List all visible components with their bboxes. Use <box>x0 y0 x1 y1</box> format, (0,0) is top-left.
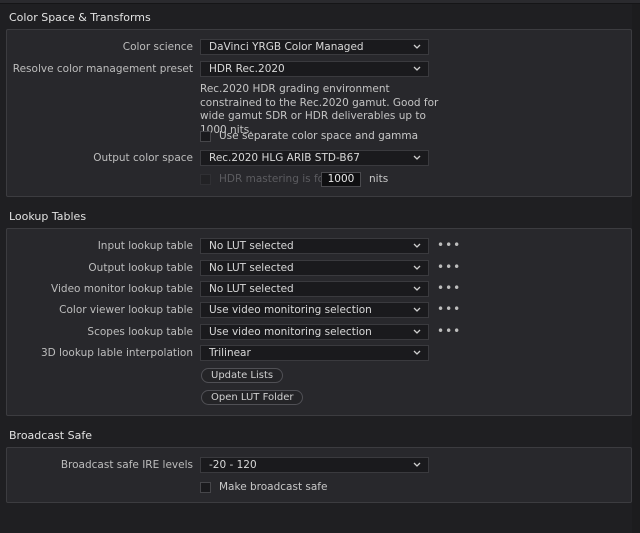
separate-gamma-checkbox[interactable] <box>200 131 211 142</box>
output-lut-value: No LUT selected <box>209 262 294 274</box>
section-title-broadcast-safe: Broadcast Safe <box>9 429 92 442</box>
more-dots-icon[interactable]: ••• <box>437 302 461 316</box>
output-lut-dropdown[interactable]: No LUT selected <box>200 260 429 276</box>
section-title-color-space: Color Space & Transforms <box>9 11 151 24</box>
chevron-down-icon <box>413 155 421 160</box>
scopes-lut-value: Use video monitoring selection <box>209 326 372 338</box>
hdr-mastering-label: HDR mastering is for <box>219 173 329 185</box>
more-dots-icon[interactable]: ••• <box>437 238 461 252</box>
chevron-down-icon <box>413 350 421 355</box>
color-viewer-lut-value: Use video monitoring selection <box>209 304 372 316</box>
hdr-mastering-checkbox[interactable] <box>200 174 211 185</box>
preset-label: Resolve color management preset <box>12 63 193 75</box>
ire-levels-value: -20 - 120 <box>209 459 257 471</box>
video-monitor-lut-label: Video monitor lookup table <box>51 283 193 295</box>
scrollbar[interactable] <box>632 4 640 533</box>
color-viewer-lut-label: Color viewer lookup table <box>59 304 193 316</box>
output-color-space-dropdown[interactable]: Rec.2020 HLG ARIB STD-B67 <box>200 150 429 166</box>
section-title-lookup-tables: Lookup Tables <box>9 210 87 223</box>
video-monitor-lut-dropdown[interactable]: No LUT selected <box>200 281 429 297</box>
more-dots-icon[interactable]: ••• <box>437 324 461 338</box>
preset-value: HDR Rec.2020 <box>209 63 285 75</box>
video-monitor-lut-value: No LUT selected <box>209 283 294 295</box>
preset-description: Rec.2020 HDR grading environment constra… <box>200 83 439 136</box>
chevron-down-icon <box>413 286 421 291</box>
preset-dropdown[interactable]: HDR Rec.2020 <box>200 61 429 77</box>
color-science-value: DaVinci YRGB Color Managed <box>209 41 364 53</box>
chevron-down-icon <box>413 462 421 467</box>
color-science-label: Color science <box>122 41 193 53</box>
output-lut-label: Output lookup table <box>88 262 193 274</box>
scopes-lut-label: Scopes lookup table <box>87 326 193 338</box>
broadcast-safe-panel <box>6 447 632 503</box>
update-lists-button[interactable]: Update Lists <box>201 368 284 383</box>
ire-levels-dropdown[interactable]: -20 - 120 <box>200 457 429 473</box>
chevron-down-icon <box>413 243 421 248</box>
output-color-space-value: Rec.2020 HLG ARIB STD-B67 <box>209 152 360 164</box>
open-lut-folder-button[interactable]: Open LUT Folder <box>201 390 304 405</box>
separate-gamma-label: Use separate color space and gamma <box>219 130 419 142</box>
output-color-space-label: Output color space <box>93 152 193 164</box>
hdr-mastering-nits-input[interactable]: 1000 <box>321 172 361 187</box>
input-lut-dropdown[interactable]: No LUT selected <box>200 238 429 254</box>
nits-unit-label: nits <box>369 173 389 185</box>
more-dots-icon[interactable]: ••• <box>437 260 461 274</box>
color-science-dropdown[interactable]: DaVinci YRGB Color Managed <box>200 39 429 55</box>
input-lut-value: No LUT selected <box>209 240 294 252</box>
lookup-tables-panel <box>6 228 632 416</box>
interpolation-label: 3D lookup lable interpolation <box>40 347 193 359</box>
ire-levels-label: Broadcast safe IRE levels <box>60 459 193 471</box>
top-divider <box>0 0 640 4</box>
interpolation-dropdown[interactable]: Trilinear <box>200 345 429 361</box>
color-viewer-lut-dropdown[interactable]: Use video monitoring selection <box>200 302 429 318</box>
chevron-down-icon <box>413 66 421 71</box>
chevron-down-icon <box>413 44 421 49</box>
make-broadcast-safe-checkbox[interactable] <box>200 482 211 493</box>
input-lut-label: Input lookup table <box>97 240 193 252</box>
interpolation-value: Trilinear <box>209 347 251 359</box>
scopes-lut-dropdown[interactable]: Use video monitoring selection <box>200 324 429 340</box>
make-broadcast-safe-label: Make broadcast safe <box>219 481 328 493</box>
chevron-down-icon <box>413 307 421 312</box>
more-dots-icon[interactable]: ••• <box>437 281 461 295</box>
chevron-down-icon <box>413 265 421 270</box>
chevron-down-icon <box>413 329 421 334</box>
